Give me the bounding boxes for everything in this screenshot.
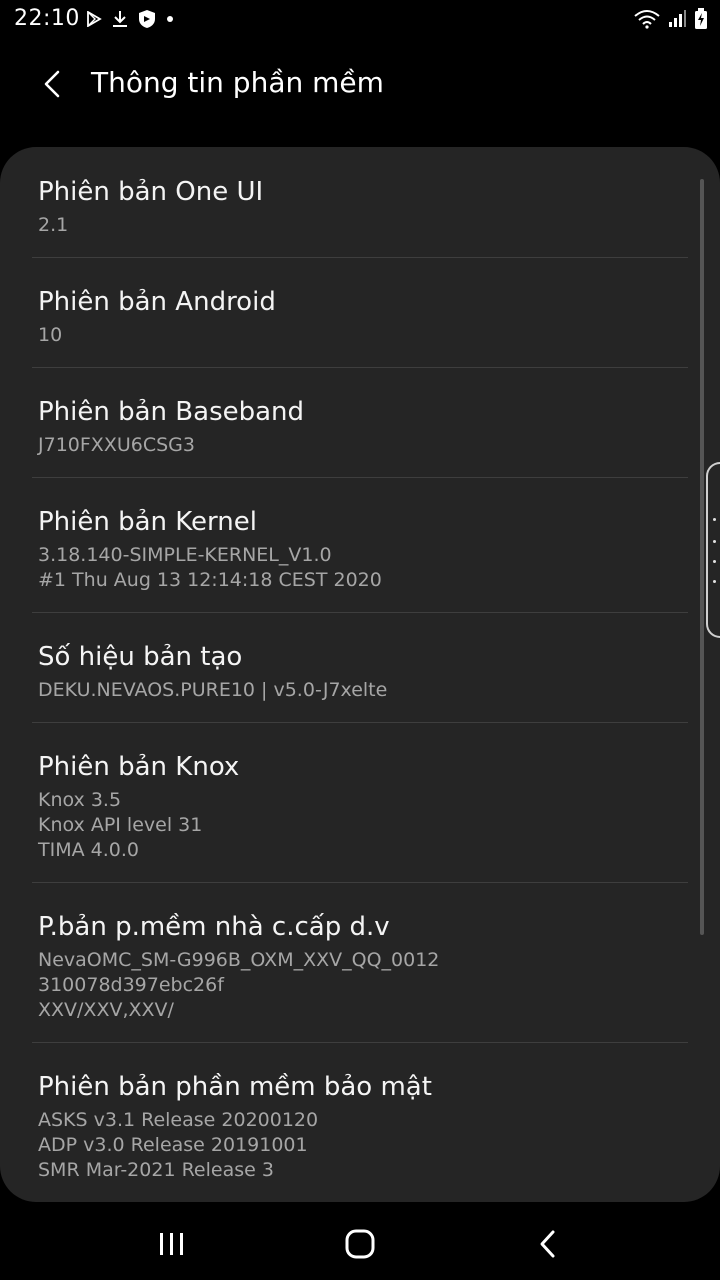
item-value: NevaOMC_SM-G996B_OXM_XXV_QQ_0012 310078d… [38,948,682,1023]
item-title: Số hiệu bản tạo [38,642,243,672]
home-button[interactable] [320,1214,400,1274]
list-item-security-software-version[interactable]: Phiên bản phần mềm bảo mật ASKS v3.1 Rel… [0,1042,720,1202]
status-bar: 22:10 [0,0,720,40]
dot-icon [167,16,173,22]
back-button[interactable] [30,62,74,106]
item-value: 10 [38,323,682,348]
recents-button[interactable] [132,1214,212,1274]
edge-panel-handle[interactable] [706,462,720,638]
home-icon [345,1229,375,1259]
status-system-icons [634,8,708,30]
play-store-icon [87,11,102,27]
value-line: Knox 3.5 [38,789,122,811]
item-title: Phiên bản Knox [38,752,240,782]
navigation-bar [0,1204,720,1280]
list-item-one-ui-version[interactable]: Phiên bản One UI 2.1 [0,147,720,257]
page-title: Thông tin phần mềm [91,66,384,99]
item-value: ASKS v3.1 Release 20200120 ADP v3.0 Rele… [38,1108,682,1183]
list-item-knox-version[interactable]: Phiên bản Knox Knox 3.5 Knox API level 3… [0,722,720,882]
scrollbar[interactable] [700,179,704,935]
value-line: NevaOMC_SM-G996B_OXM_XXV_QQ_0012 [38,949,440,971]
value-line: J710FXXU6CSG3 [38,434,195,456]
item-value: 2.1 [38,213,682,238]
value-line: Knox API level 31 [38,814,203,836]
back-arrow-icon [44,70,60,98]
value-line: TIMA 4.0.0 [38,839,139,861]
recents-icon [160,1233,183,1255]
value-line: #1 Thu Aug 13 12:14:18 CEST 2020 [38,569,382,591]
back-nav-button[interactable] [508,1214,588,1274]
shield-icon [139,10,155,28]
edge-dot [713,560,716,563]
item-value: 3.18.140-SIMPLE-KERNEL_V1.0 #1 Thu Aug 1… [38,543,682,593]
value-line: 3.18.140-SIMPLE-KERNEL_V1.0 [38,544,332,566]
edge-dot [713,580,716,583]
value-line: XXV/XXV,XXV/ [38,999,174,1021]
item-value: J710FXXU6CSG3 [38,433,682,458]
battery-charging-icon [695,8,707,29]
wifi-icon [634,10,660,29]
item-value: Knox 3.5 Knox API level 31 TIMA 4.0.0 [38,788,682,863]
list-item-baseband-version[interactable]: Phiên bản Baseband J710FXXU6CSG3 [0,367,720,477]
item-value: DEKU.NEVAOS.PURE10 | v5.0-J7xelte [38,678,682,703]
software-info-list: Phiên bản One UI 2.1 Phiên bản Android 1… [0,147,720,1202]
list-item-service-provider-version[interactable]: P.bản p.mềm nhà c.cấp d.v NevaOMC_SM-G99… [0,882,720,1042]
status-time: 22:10 [14,6,80,31]
item-title: P.bản p.mềm nhà c.cấp d.v [38,912,390,942]
item-title: Phiên bản Baseband [38,397,305,427]
edge-dot [713,518,716,521]
value-line: 310078d397ebc26f [38,974,224,996]
status-notification-icons [86,9,174,29]
value-line: 10 [38,324,63,346]
value-line: DEKU.NEVAOS.PURE10 | v5.0-J7xelte [38,679,388,701]
software-info-card: Phiên bản One UI 2.1 Phiên bản Android 1… [0,147,720,1202]
value-line: ASKS v3.1 Release 20200120 [38,1109,319,1131]
item-title: Phiên bản One UI [38,177,264,207]
back-nav-icon [540,1230,555,1258]
signal-icon [669,10,686,27]
item-title: Phiên bản phần mềm bảo mật [38,1072,432,1102]
list-item-build-number[interactable]: Số hiệu bản tạo DEKU.NEVAOS.PURE10 | v5.… [0,612,720,722]
edge-dot [713,540,716,543]
list-item-kernel-version[interactable]: Phiên bản Kernel 3.18.140-SIMPLE-KERNEL_… [0,477,720,612]
download-icon [113,11,127,27]
value-line: ADP v3.0 Release 20191001 [38,1134,308,1156]
list-item-android-version[interactable]: Phiên bản Android 10 [0,257,720,367]
value-line: 2.1 [38,214,69,236]
item-title: Phiên bản Kernel [38,507,257,537]
value-line: SMR Mar-2021 Release 3 [38,1159,274,1181]
app-header: Thông tin phần mềm [0,40,720,140]
item-title: Phiên bản Android [38,287,276,317]
